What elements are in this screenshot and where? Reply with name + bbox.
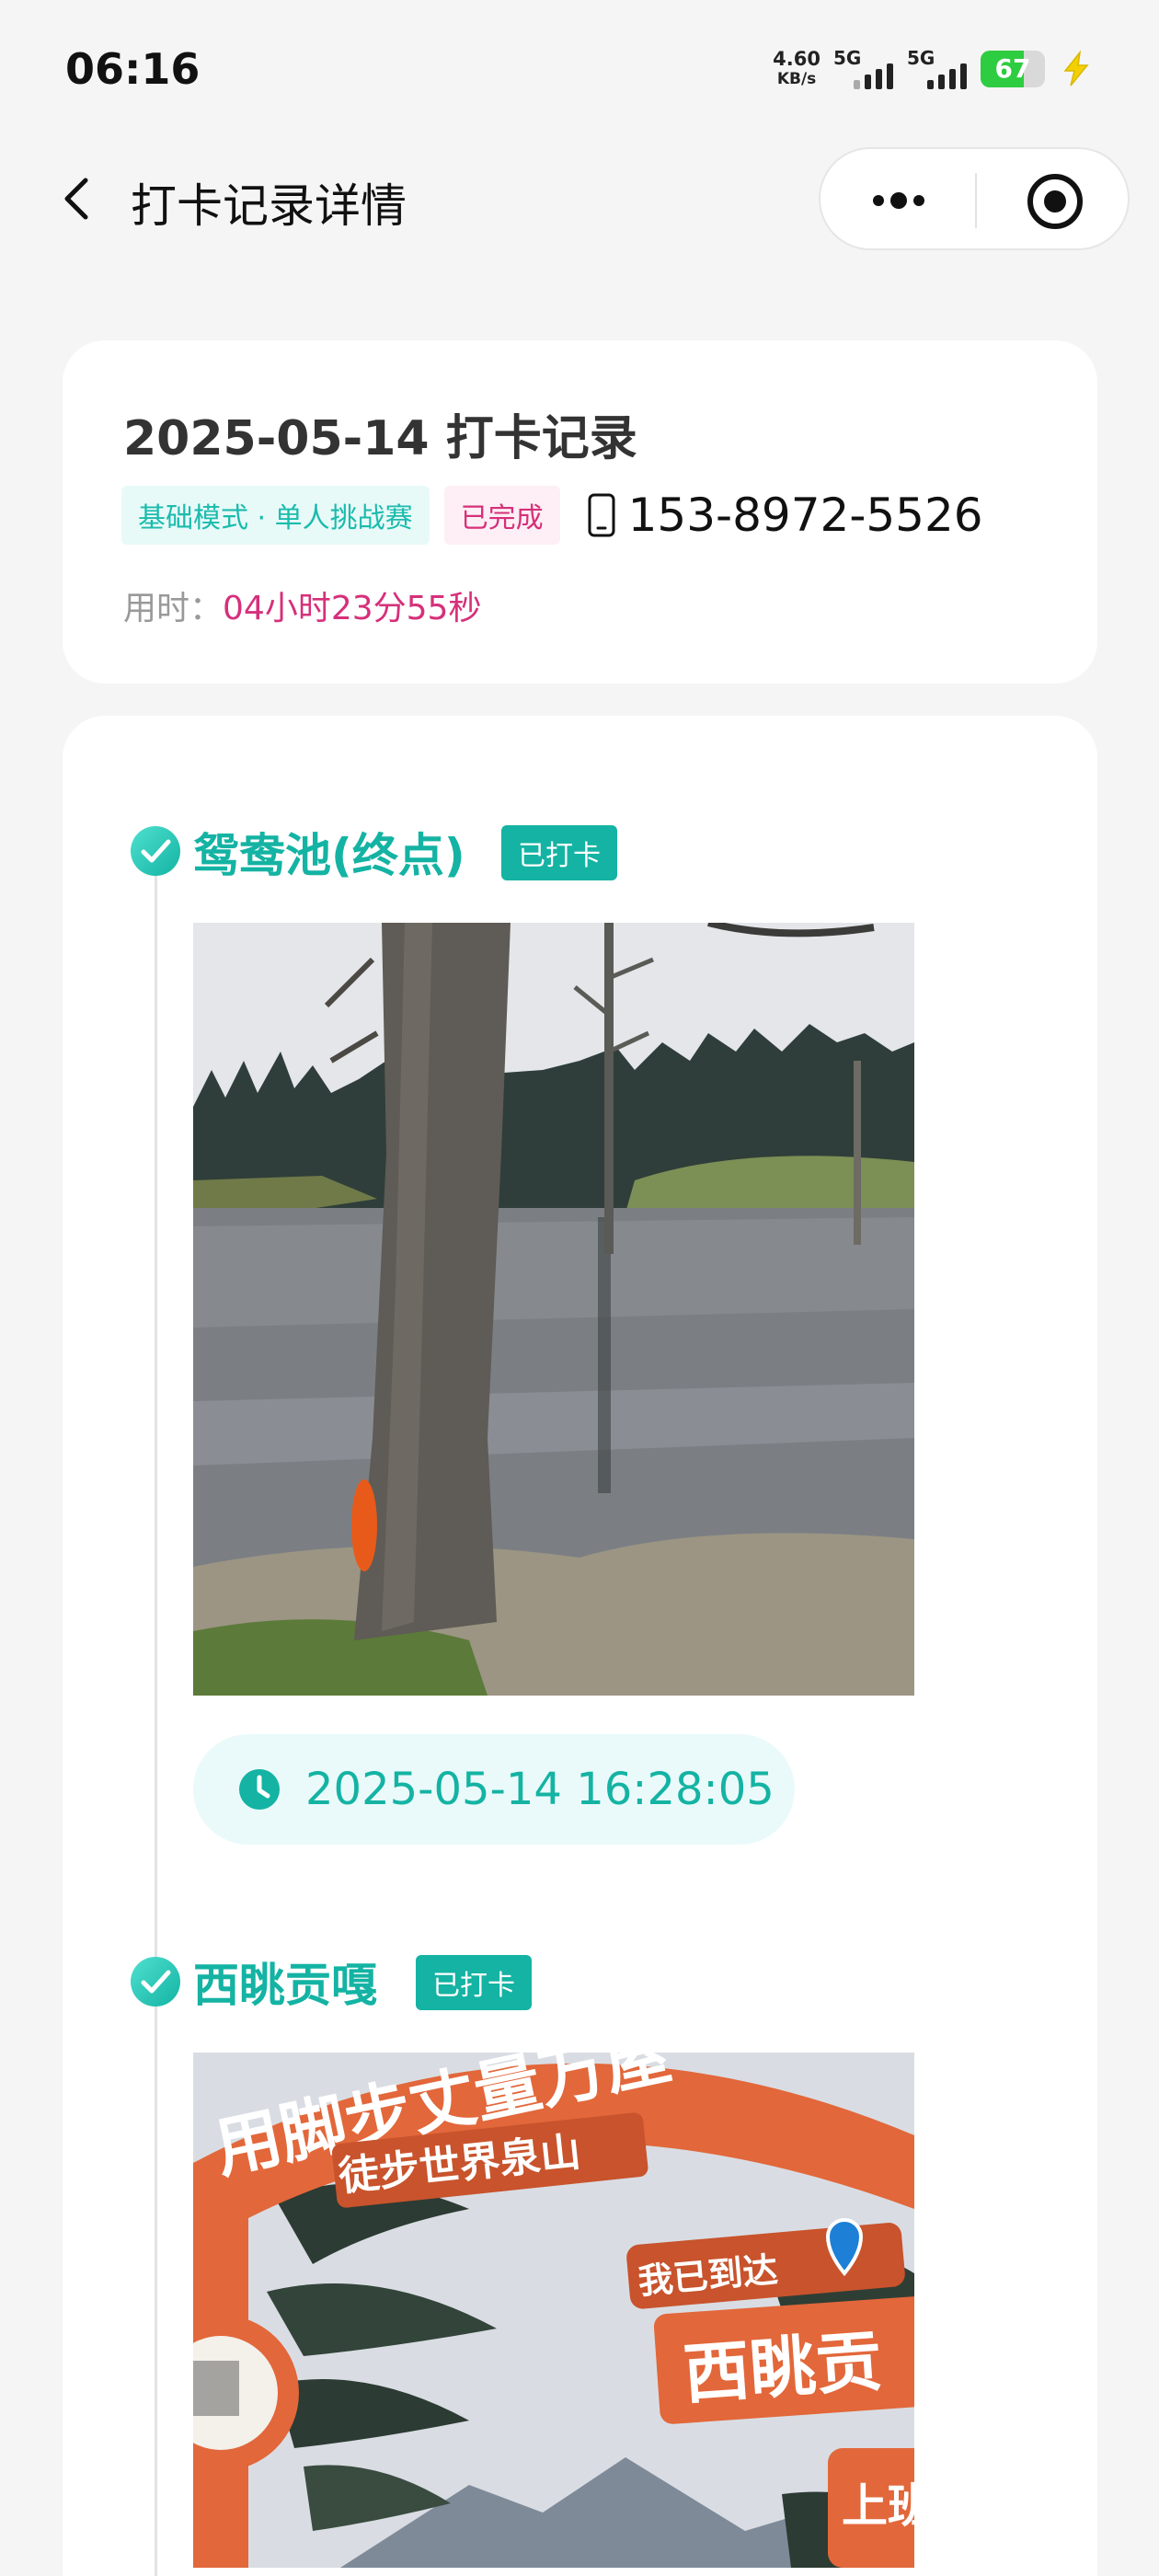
check-circle-icon bbox=[131, 1957, 180, 2007]
checkpoint-name: 鸳鸯池(终点) bbox=[193, 829, 465, 882]
checked-in-badge: 已打卡 bbox=[416, 1955, 532, 2010]
checkin-timeline-card: 鸳鸯池(终点) 已打卡 2025-05-14 16:28:05 西眺贡嘎 已打卡… bbox=[63, 716, 1097, 2576]
phone-number-text: 153-8972-5526 bbox=[627, 489, 983, 542]
signal-icon-2: 5G bbox=[907, 47, 968, 89]
duration: 用时：04小时23分55秒 bbox=[123, 581, 481, 629]
duration-label: 用时： bbox=[123, 590, 224, 627]
clock-icon bbox=[239, 1769, 280, 1810]
checkpoint-photo[interactable] bbox=[193, 923, 914, 1696]
network-speed-unit: KB/s bbox=[776, 70, 817, 88]
phone-number[interactable]: 153-8972-5526 bbox=[588, 489, 983, 542]
mini-program-capsule bbox=[819, 147, 1130, 250]
timeline-line bbox=[155, 872, 157, 2576]
signal-label-2: 5G bbox=[907, 47, 935, 69]
record-tags: 基础模式 · 单人挑战赛 已完成 153-8972-5526 bbox=[121, 486, 983, 545]
target-icon[interactable] bbox=[1025, 171, 1085, 232]
duration-value: 04小时23分55秒 bbox=[223, 590, 482, 627]
summary-card: 2025-05-14 打卡记录 基础模式 · 单人挑战赛 已完成 153-897… bbox=[63, 340, 1097, 684]
capsule-divider bbox=[975, 173, 977, 228]
more-dots-icon[interactable] bbox=[866, 175, 931, 226]
checkpoint-photo[interactable]: 用脚步丈量万屋 徒步世界泉山 我已到达 西眺贡 上班 bbox=[193, 2053, 914, 2568]
checkin-time: 2025-05-14 16:28:05 bbox=[193, 1734, 795, 1845]
back-chevron-icon[interactable] bbox=[51, 171, 106, 226]
status-bar: 06:16 4.60 KB/s 5G 5G 67 bbox=[0, 0, 1159, 138]
status-time: 06:16 bbox=[65, 44, 201, 94]
check-circle-icon bbox=[131, 826, 180, 876]
signal-icon: 5G bbox=[833, 47, 894, 89]
phone-icon bbox=[588, 493, 615, 537]
network-speed: 4.60 KB/s bbox=[773, 49, 820, 89]
photo-sign-corner: 上班 bbox=[842, 2479, 914, 2533]
checkin-time-text: 2025-05-14 16:28:05 bbox=[305, 1764, 775, 1815]
charging-bolt-icon bbox=[1063, 51, 1089, 86]
battery-icon: 67 bbox=[981, 51, 1045, 87]
status-icons: 4.60 KB/s 5G 5G 67 bbox=[773, 46, 1095, 92]
photo-sign-title: 西眺贡 bbox=[681, 2322, 884, 2413]
record-title: 2025-05-14 打卡记录 bbox=[123, 411, 637, 466]
signal-label: 5G bbox=[833, 47, 862, 69]
battery-level: 67 bbox=[994, 53, 1031, 84]
page-title: 打卡记录详情 bbox=[131, 179, 407, 233]
mode-tag: 基础模式 · 单人挑战赛 bbox=[121, 486, 430, 545]
page: 06:16 4.60 KB/s 5G 5G 67 打卡记录详情 2025-05-… bbox=[0, 0, 1159, 2576]
checked-in-badge: 已打卡 bbox=[501, 825, 617, 880]
checkpoint-name: 西眺贡嘎 bbox=[193, 1959, 377, 2012]
status-tag: 已完成 bbox=[443, 486, 560, 545]
network-speed-value: 4.60 bbox=[773, 48, 820, 70]
nav-bar: 打卡记录详情 bbox=[0, 147, 1159, 258]
